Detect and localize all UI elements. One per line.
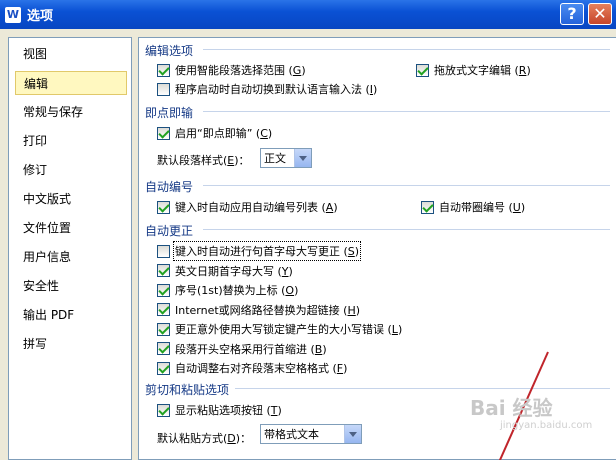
instant-input-checkbox[interactable]: 启用“即点即输” (C) [157, 125, 272, 141]
checkbox-label: 使用智能段落选择范围 (G) [175, 64, 306, 77]
autocorrect-checkbox[interactable]: 键入时自动进行句首字母大写更正 (S) [157, 241, 362, 261]
section-paste-title: 剪切和粘贴选项 [145, 383, 230, 397]
default-style-label: 默认段落样式(E)： [157, 154, 250, 167]
checkbox-box[interactable] [421, 200, 434, 214]
section-divider [203, 111, 610, 112]
checkbox-box[interactable] [157, 82, 170, 96]
checkbox-label: 拖放式文字编辑 (R) [434, 64, 531, 77]
category-list[interactable]: 视图编辑常规与保存打印修订中文版式文件位置用户信息安全性输出 PDF 拼写 [8, 37, 132, 460]
checkbox-label: 序号(1st)替换为上标 (O) [175, 284, 299, 297]
checkbox-box[interactable] [416, 63, 429, 77]
smart-select-checkbox[interactable]: 使用智能段落选择范围 (G) [157, 62, 306, 78]
checkbox-label: 键入时自动进行句首字母大写更正 (S) [172, 241, 362, 261]
section-editing-title: 编辑选项 [145, 44, 194, 58]
category-item[interactable]: 文件位置 [15, 216, 127, 240]
category-item[interactable]: 修订 [15, 158, 127, 182]
section-divider [203, 229, 610, 230]
checkbox-box[interactable] [157, 126, 170, 140]
app-logo-icon: W [5, 6, 21, 23]
section-divider [203, 185, 610, 186]
checkbox-box[interactable] [157, 200, 170, 214]
category-item[interactable]: 常规与保存 [15, 100, 127, 124]
autocorrect-checkbox[interactable]: 英文日期首字母大写 (Y) [157, 263, 293, 279]
checkbox-label: 自动调整右对齐段落末空格格式 (F) [175, 362, 348, 375]
auto-list-checkbox[interactable]: 键入时自动应用自动编号列表 (A) [157, 199, 338, 215]
section-auto-numbering-title: 自动编号 [145, 180, 194, 194]
autocorrect-checkbox[interactable]: 自动调整右对齐段落末空格格式 (F) [157, 360, 347, 376]
category-item[interactable]: 用户信息 [15, 245, 127, 269]
close-button[interactable]: ✕ [588, 3, 612, 25]
watermark-url: jingyan.baidu.com [500, 420, 593, 431]
checkbox-label: Internet或网络路径替换为超链接 (H) [175, 303, 361, 317]
autocorrect-checkbox[interactable]: 段落开头空格采用行首缩进 (B) [157, 341, 327, 357]
checkbox-label: 自动带圈编号 (U) [439, 201, 526, 214]
category-item[interactable]: 输出 PDF [15, 303, 127, 327]
chevron-down-icon[interactable] [294, 149, 311, 167]
checkbox-box[interactable] [157, 342, 170, 355]
checkbox-box[interactable] [157, 264, 170, 277]
autocorrect-checkbox[interactable]: 序号(1st)替换为上标 (O) [157, 282, 298, 298]
checkbox-box[interactable] [157, 244, 170, 258]
checkbox-label: 程序启动时自动切换到默认语言输入法 (I) [175, 83, 378, 96]
section-divider [203, 49, 610, 50]
section-instant-input-title: 即点即输 [145, 106, 194, 120]
watermark-logo: Bai 经验 [470, 396, 553, 420]
autocorrect-checkbox[interactable]: Internet或网络路径替换为超链接 (H) [157, 302, 360, 318]
circle-number-checkbox[interactable]: 自动带圈编号 (U) [421, 199, 525, 215]
checkbox-box[interactable] [157, 361, 170, 375]
checkbox-label: 更正意外使用大写锁定键产生的大小写错误 (L) [175, 323, 403, 336]
default-style-select[interactable]: 正文 [260, 148, 312, 168]
section-autocorrect-title: 自动更正 [145, 224, 194, 238]
checkbox-box[interactable] [157, 303, 170, 316]
checkbox-label: 启用“即点即输” (C) [175, 127, 273, 140]
category-item[interactable]: 打印 [15, 129, 127, 153]
checkbox-box[interactable] [157, 283, 170, 297]
category-item[interactable]: 中文版式 [15, 187, 127, 211]
auto-ime-checkbox[interactable]: 程序启动时自动切换到默认语言输入法 (I) [157, 81, 377, 97]
default-paste-select[interactable]: 带格式文本 [260, 424, 362, 444]
window-title: 选项 [27, 9, 54, 24]
autocorrect-checkbox[interactable]: 更正意外使用大写锁定键产生的大小写错误 (L) [157, 321, 402, 337]
show-paste-button-checkbox[interactable]: 显示粘贴选项按钮 (T) [157, 402, 282, 418]
help-button[interactable]: ? [560, 3, 584, 25]
default-paste-label: 默认粘贴方式(D)： [157, 432, 252, 445]
checkbox-box[interactable] [157, 63, 170, 77]
checkbox-label: 显示粘贴选项按钮 (T) [175, 404, 282, 417]
checkbox-label: 英文日期首字母大写 (Y) [175, 264, 293, 278]
checkbox-box[interactable] [157, 403, 170, 417]
section-divider [235, 388, 610, 389]
category-item[interactable]: 安全性 [15, 274, 127, 298]
chevron-down-icon[interactable] [344, 425, 361, 443]
drag-drop-checkbox[interactable]: 拖放式文字编辑 (R) [416, 62, 531, 78]
title-bar: W 选项 ? ✕ [0, 0, 616, 29]
checkbox-label: 键入时自动应用自动编号列表 (A) [175, 201, 338, 214]
checkbox-label: 段落开头空格采用行首缩进 (B) [175, 342, 327, 356]
category-item[interactable]: 拼写 [15, 332, 127, 356]
checkbox-box[interactable] [157, 322, 170, 336]
category-item[interactable]: 编辑 [15, 71, 127, 95]
category-item[interactable]: 视图 [15, 42, 127, 66]
